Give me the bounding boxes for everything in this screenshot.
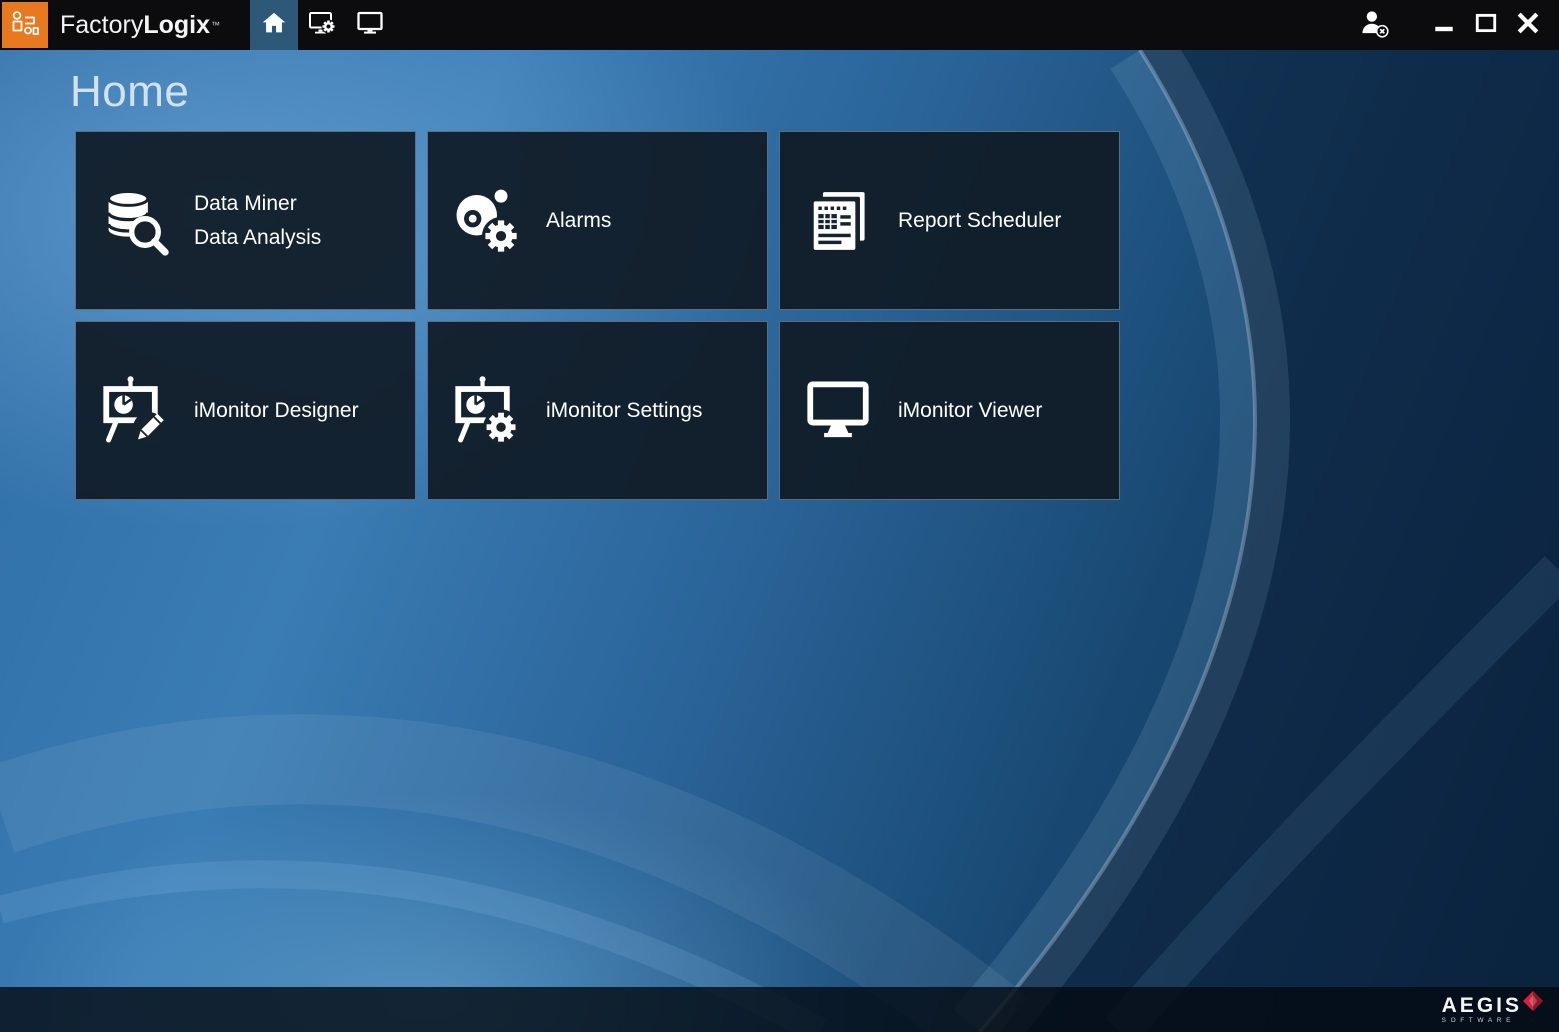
tile-label: Alarms [546, 204, 611, 238]
factorylogix-logo-icon [2, 2, 48, 48]
presentation-pencil-icon [96, 374, 172, 448]
close-icon [1515, 10, 1541, 41]
page-title: Home [70, 66, 1559, 118]
maximize-icon [1474, 11, 1498, 40]
alarm-gear-icon [448, 184, 524, 258]
tile-label: iMonitor Designer [194, 394, 359, 428]
titlebar: FactoryLogix™ [0, 0, 1559, 50]
minimize-icon [1432, 11, 1456, 40]
bottom-bar: AEGIS SOFTWARE [0, 987, 1559, 1032]
brand-regular: Factory [60, 11, 143, 40]
main-tabs [250, 0, 394, 50]
monitor-icon [356, 10, 384, 41]
tile-label-line1: Report Scheduler [898, 204, 1061, 238]
database-search-icon [96, 184, 172, 258]
maximize-button[interactable] [1465, 4, 1507, 46]
tab-imonitor-settings[interactable] [298, 0, 346, 50]
tile-imonitor-designer[interactable]: iMonitor Designer [75, 321, 416, 500]
tile-imonitor-viewer[interactable]: iMonitor Viewer [779, 321, 1120, 500]
aegis-diamond-icon [1523, 995, 1543, 1015]
desktop-background: Home Data Miner Data Analysis [0, 50, 1559, 1032]
aegis-software-text: SOFTWARE [1442, 1018, 1515, 1025]
tab-imonitor-viewer[interactable] [346, 0, 394, 50]
aegis-logo: AEGIS SOFTWARE [1442, 995, 1543, 1025]
tile-grid: Data Miner Data Analysis [75, 131, 1120, 500]
tile-label-line1: iMonitor Designer [194, 394, 359, 428]
app-title: FactoryLogix™ [50, 0, 236, 50]
tile-label: Data Miner Data Analysis [194, 187, 321, 254]
window-controls [1353, 0, 1559, 50]
tile-label-line1: iMonitor Settings [546, 394, 702, 428]
close-button[interactable] [1507, 4, 1549, 46]
tile-imonitor-settings[interactable]: iMonitor Settings [427, 321, 768, 500]
minimize-button[interactable] [1423, 4, 1465, 46]
tile-label-line2: Data Analysis [194, 221, 321, 255]
tile-data-miner[interactable]: Data Miner Data Analysis [75, 131, 416, 310]
brand-bold: Logix [143, 11, 210, 40]
tile-label-line1: Alarms [546, 204, 611, 238]
tab-home[interactable] [250, 0, 298, 50]
tile-report-scheduler[interactable]: Report Scheduler [779, 131, 1120, 310]
tile-alarms[interactable]: Alarms [427, 131, 768, 310]
user-logout-icon [1359, 8, 1389, 43]
brand-trademark: ™ [211, 20, 220, 30]
tile-label-line1: Data Miner [194, 187, 321, 221]
aegis-brand-text: AEGIS [1442, 995, 1522, 1016]
factorylogix-window: FactoryLogix™ [0, 0, 1559, 1032]
tile-label-line1: iMonitor Viewer [898, 394, 1042, 428]
home-icon [261, 10, 287, 41]
monitor-icon [800, 374, 876, 448]
tile-label: iMonitor Settings [546, 394, 702, 428]
report-pages-icon [800, 184, 876, 258]
presentation-gear-icon [448, 374, 524, 448]
tile-label: iMonitor Viewer [898, 394, 1042, 428]
logout-user-button[interactable] [1353, 4, 1395, 46]
tile-label: Report Scheduler [898, 204, 1061, 238]
presentation-gear-icon [308, 10, 336, 41]
